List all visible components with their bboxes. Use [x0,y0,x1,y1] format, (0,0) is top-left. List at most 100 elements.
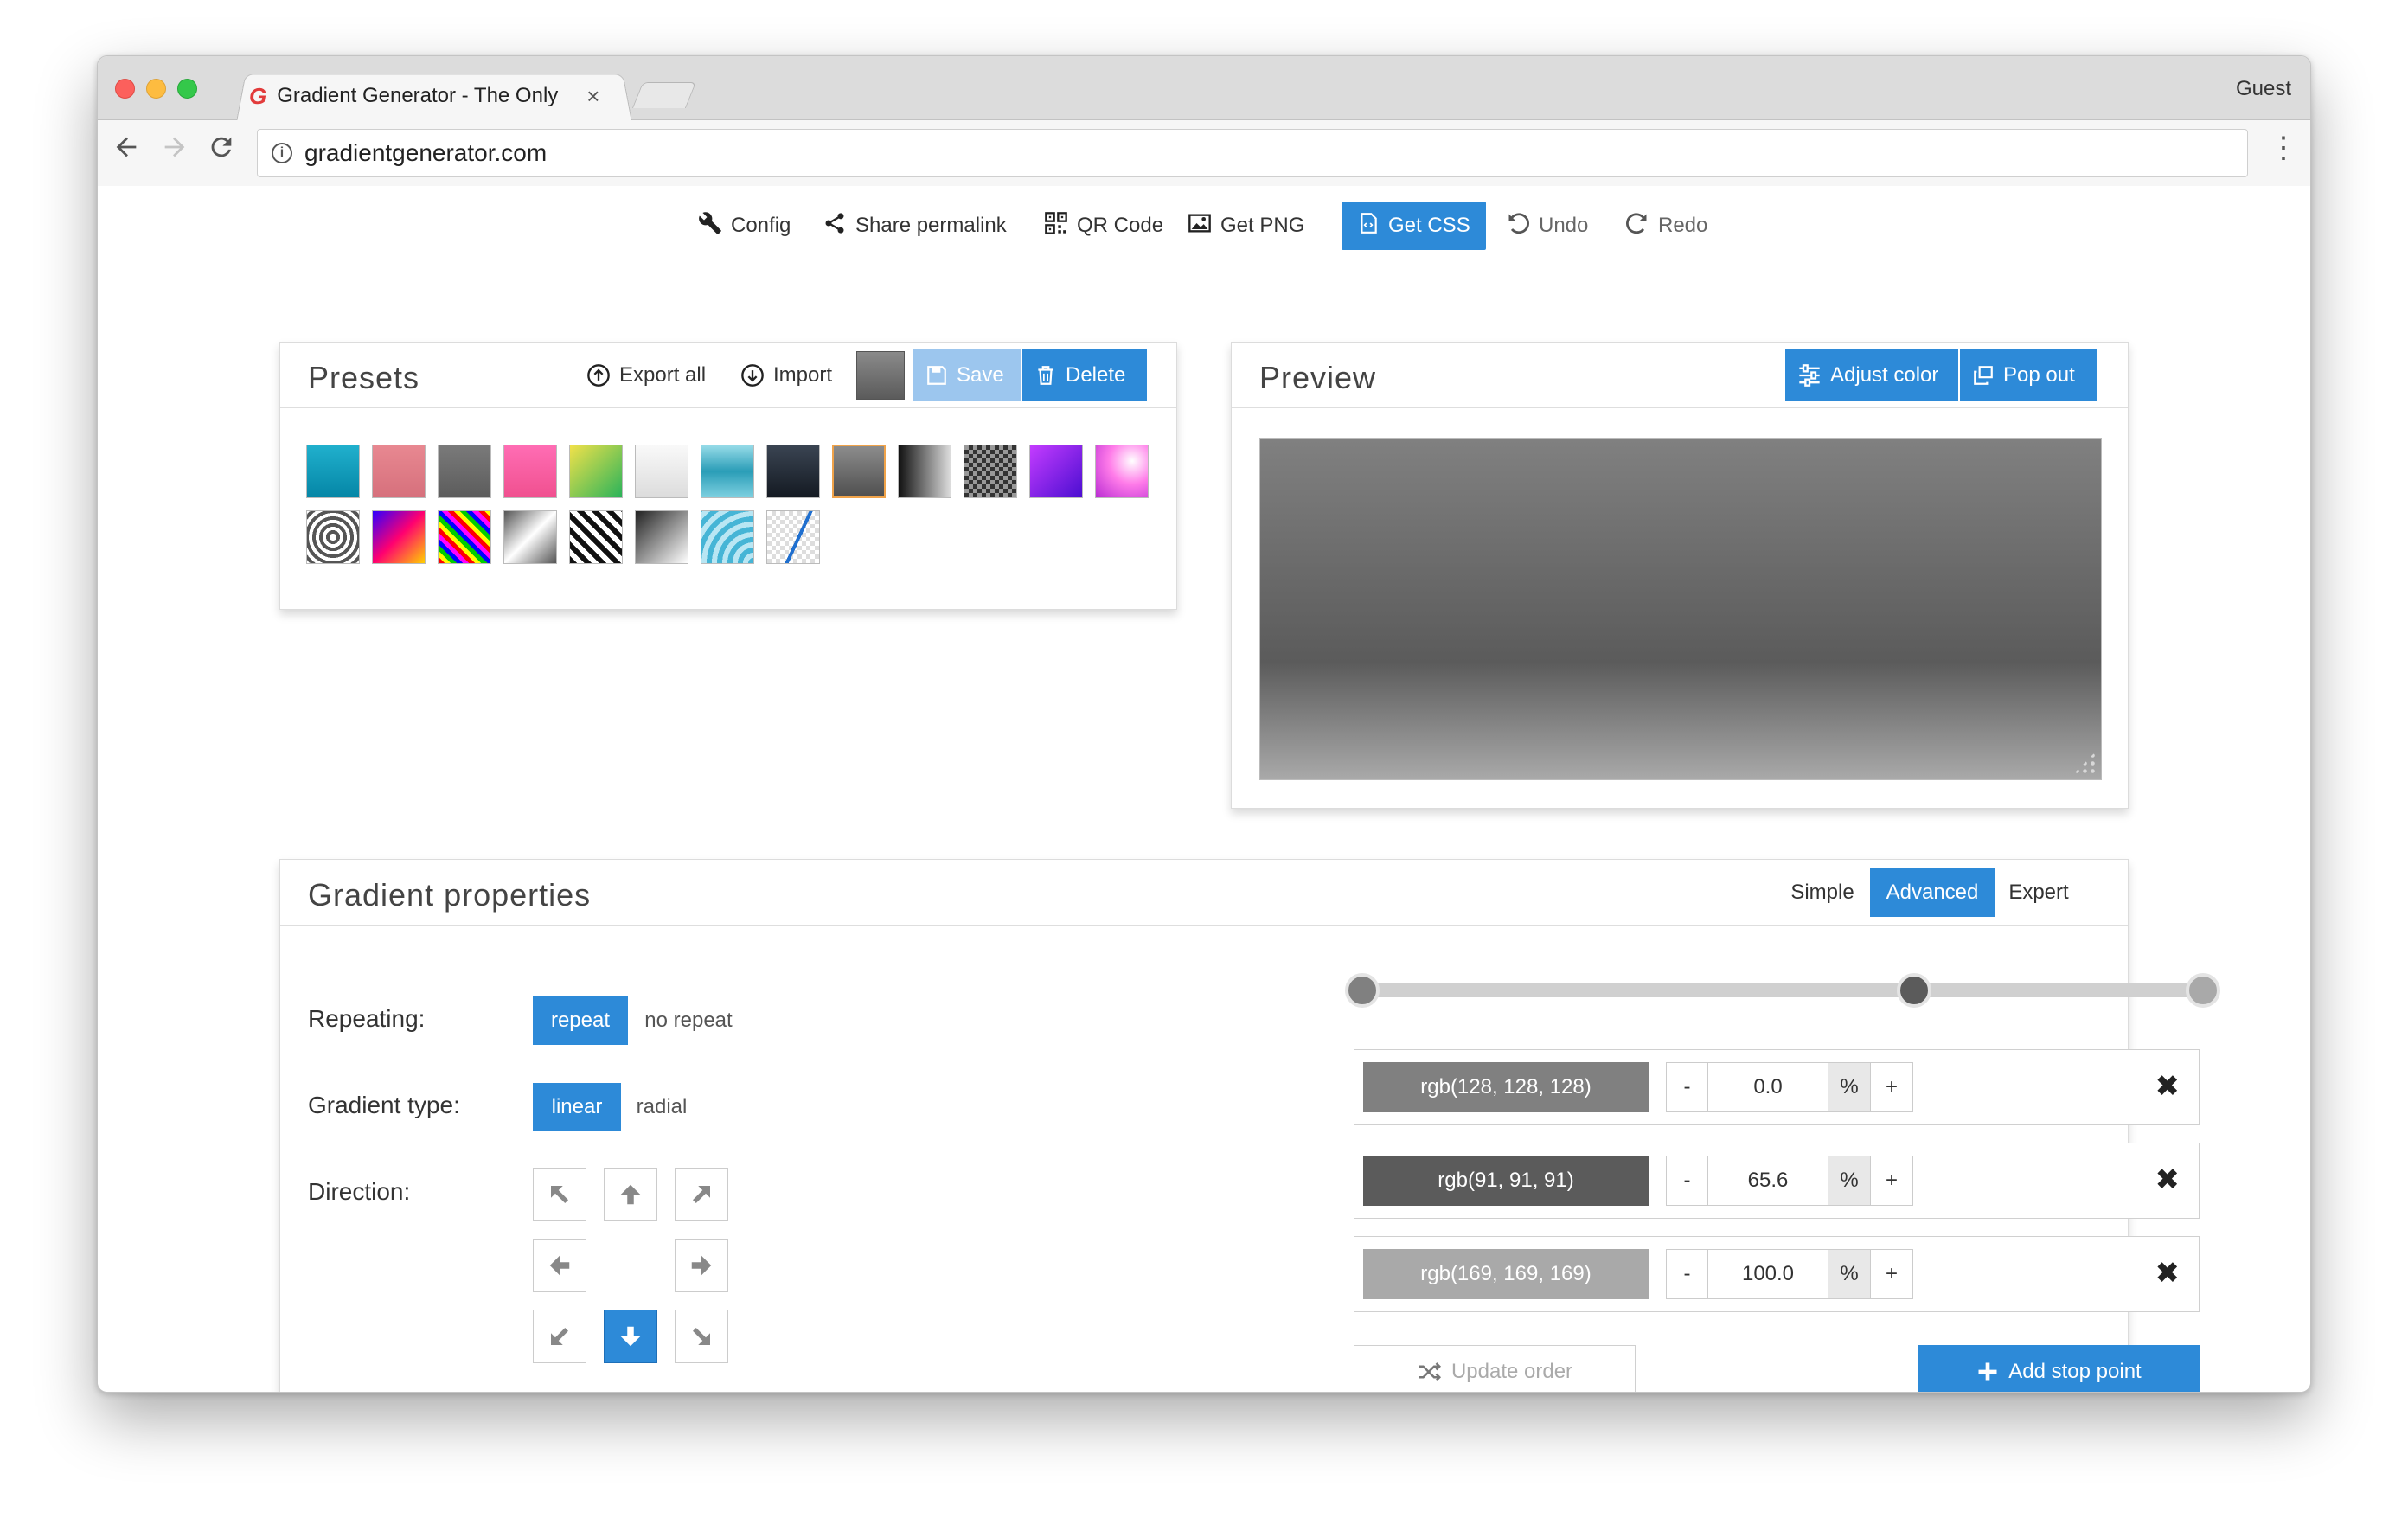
close-window-button[interactable] [115,79,135,99]
info-icon[interactable]: i [272,143,292,163]
get-css-label: Get CSS [1388,214,1470,237]
increment-button[interactable]: + [1871,1156,1912,1205]
preset-swatch[interactable] [306,510,360,564]
direction-down-right-button[interactable] [675,1310,728,1363]
decrement-button[interactable]: - [1667,1063,1708,1111]
preset-swatch[interactable] [766,510,820,564]
current-preset-swatch[interactable] [856,351,905,400]
preset-swatch[interactable] [503,510,557,564]
stop-color-swatch[interactable]: rgb(91, 91, 91) [1363,1156,1649,1206]
get-css-button[interactable]: Get CSS [1342,202,1486,250]
stop-color-swatch[interactable]: rgb(169, 169, 169) [1363,1249,1649,1299]
reload-icon[interactable] [207,132,236,167]
increment-button[interactable]: + [1871,1250,1912,1298]
stop-handle[interactable] [1897,973,1931,1008]
floppy-disk-icon [927,366,946,385]
import-button[interactable]: Import [728,349,844,401]
back-arrow-icon[interactable] [112,132,141,167]
linear-toggle[interactable]: linear [533,1083,621,1131]
preset-swatch[interactable] [766,445,820,498]
arrow-up-icon [620,1184,641,1205]
direction-left-button[interactable] [533,1239,586,1292]
preset-swatch[interactable] [701,445,754,498]
preset-swatch[interactable] [635,510,688,564]
pop-out-button[interactable]: Pop out [1960,349,2097,401]
preset-swatch[interactable] [635,445,688,498]
preset-swatch[interactable] [701,510,754,564]
stop-position-input[interactable]: 100.0 [1708,1250,1828,1298]
site-logo-icon: G [249,82,267,109]
plus-icon [1978,1362,1997,1381]
stop-position-input[interactable]: 65.6 [1708,1156,1828,1205]
undo-button[interactable]: Undo [1506,202,1588,250]
remove-stop-icon[interactable]: ✖ [2155,1069,2181,1104]
preset-swatch[interactable] [1095,445,1149,498]
mode-expert-tab[interactable]: Expert [1998,868,2079,917]
preset-swatch-selected[interactable] [832,445,886,498]
increment-button[interactable]: + [1871,1063,1912,1111]
radial-toggle[interactable]: radial [626,1083,697,1131]
direction-up-button[interactable] [604,1168,657,1221]
preset-swatch[interactable] [438,445,491,498]
preset-swatch[interactable] [372,510,426,564]
adjust-color-button[interactable]: Adjust color [1785,349,1958,401]
minimize-window-button[interactable] [146,79,166,99]
add-stop-point-button[interactable]: Add stop point [1918,1345,2200,1392]
preset-swatch[interactable] [438,510,491,564]
resize-grip-icon[interactable] [2073,752,2096,774]
preset-swatch[interactable] [569,445,623,498]
preset-swatch[interactable] [372,445,426,498]
redo-button[interactable]: Redo [1625,202,1707,250]
stop-position-input[interactable]: 0.0 [1708,1063,1828,1111]
save-button[interactable]: Save [913,349,1021,401]
update-order-button[interactable]: Update order [1354,1345,1636,1392]
url-bar[interactable]: i gradientgenerator.com [257,129,2248,177]
get-png-button[interactable]: Get PNG [1188,202,1304,250]
config-button[interactable]: Config [698,202,791,250]
import-label: Import [773,363,833,387]
gradient-properties-header: Gradient properties Simple Advanced Expe… [280,860,2128,926]
maximize-window-button[interactable] [177,79,197,99]
direction-down-left-button[interactable] [533,1310,586,1363]
preset-swatch[interactable] [569,510,623,564]
delete-button[interactable]: Delete [1022,349,1147,401]
direction-up-left-button[interactable] [533,1168,586,1221]
direction-right-button[interactable] [675,1239,728,1292]
no-repeat-toggle[interactable]: no repeat [635,996,742,1045]
decrement-button[interactable]: - [1667,1156,1708,1205]
direction-down-button[interactable] [604,1310,657,1363]
stop-handle[interactable] [2186,973,2220,1008]
mode-advanced-tab[interactable]: Advanced [1870,868,1995,917]
remove-stop-icon[interactable]: ✖ [2155,1256,2181,1291]
mode-simple-tab[interactable]: Simple [1782,868,1863,917]
export-all-button[interactable]: Export all [574,349,718,401]
new-tab-button[interactable] [631,82,697,108]
preset-swatch[interactable] [306,445,360,498]
share-permalink-button[interactable]: Share permalink [823,202,1007,250]
decrement-button[interactable]: - [1667,1250,1708,1298]
gradient-stop-slider[interactable] [1345,966,2220,1015]
stop-color-swatch[interactable]: rgb(128, 128, 128) [1363,1062,1649,1112]
config-label: Config [731,214,791,237]
presets-panel: Presets Export all Import Save Delete [279,342,1177,610]
preset-swatch[interactable] [1029,445,1083,498]
profile-label[interactable]: Guest [2236,77,2291,101]
qr-code-button[interactable]: QR Code [1044,202,1163,250]
direction-label: Direction: [308,1178,411,1205]
remove-stop-icon[interactable]: ✖ [2155,1163,2181,1197]
arrow-down-left-icon [551,1328,568,1345]
repeat-toggle[interactable]: repeat [533,996,628,1045]
browser-tab-content[interactable]: G Gradient Generator - The Only × [249,72,621,120]
direction-up-right-button[interactable] [675,1168,728,1221]
preset-swatch[interactable] [503,445,557,498]
tab-close-icon[interactable]: × [586,83,599,110]
preset-swatch[interactable] [964,445,1017,498]
adjust-color-label: Adjust color [1830,363,1939,387]
stop-handle[interactable] [1345,973,1380,1008]
browser-menu-icon[interactable]: ⋮ [2269,131,2298,165]
forward-arrow-icon[interactable] [160,132,189,167]
preset-swatch[interactable] [898,445,951,498]
qr-code-label: QR Code [1077,214,1164,237]
preview-panel: Preview Adjust color Pop out [1231,342,2129,809]
gradient-preview[interactable] [1259,438,2102,780]
